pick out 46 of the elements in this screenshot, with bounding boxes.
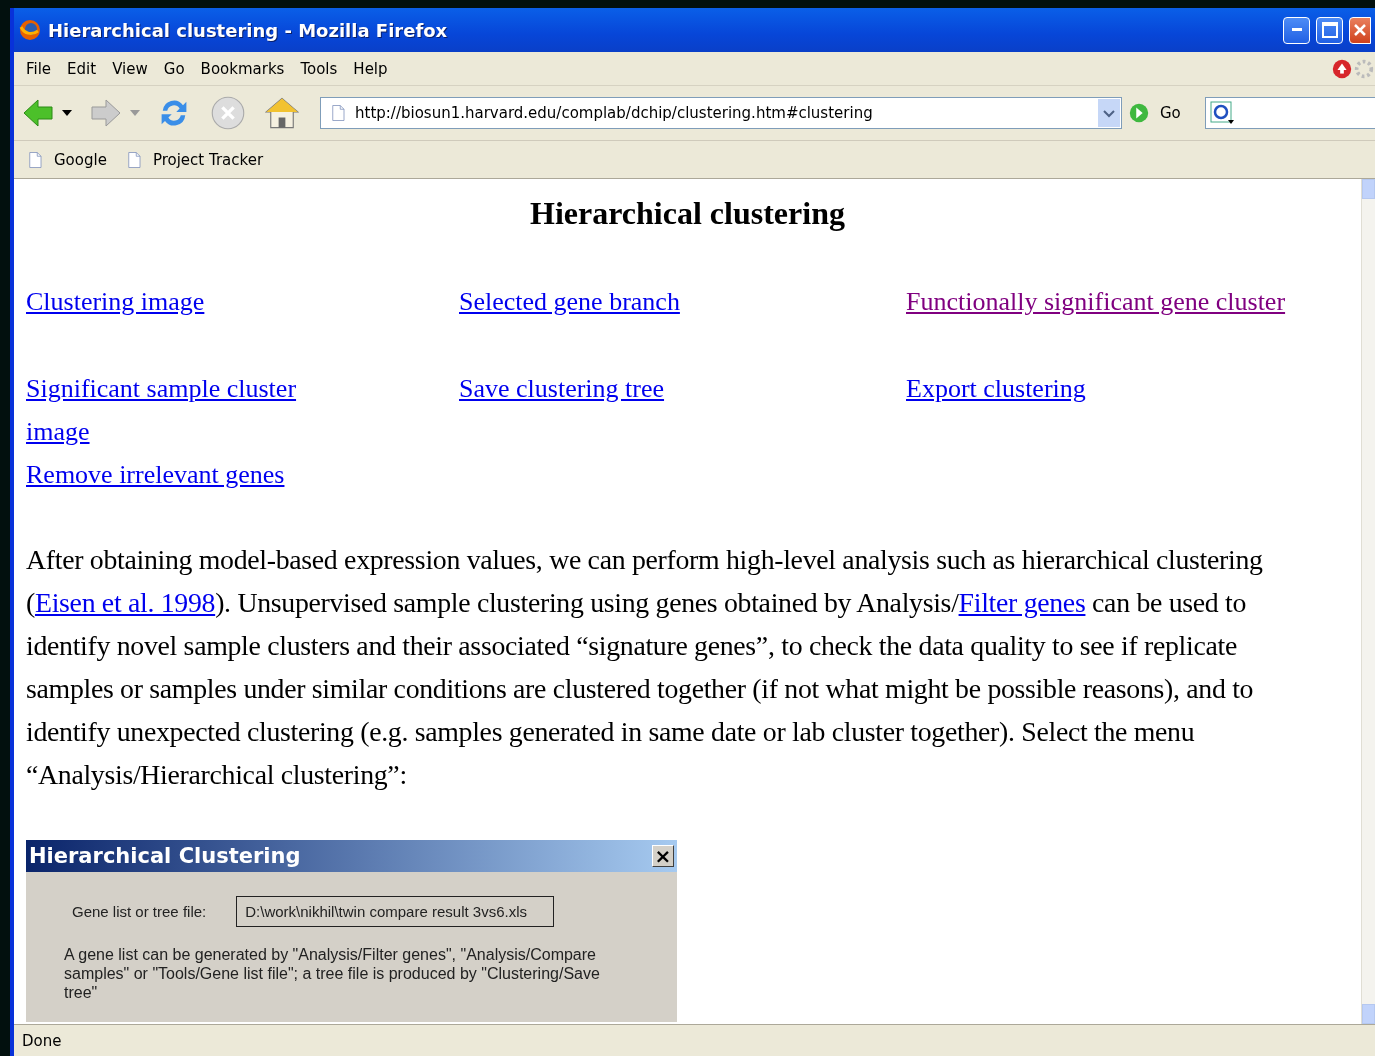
search-engine-icon [1209,101,1236,125]
maximize-button[interactable] [1316,16,1343,44]
close-button[interactable] [1349,16,1371,44]
menu-item[interactable]: Help [349,59,400,78]
page-icon [26,149,44,170]
alert-icon [1331,57,1353,80]
page-link[interactable]: Selected gene branch [459,280,680,323]
page-icon [329,103,347,123]
throbber-icon [1353,57,1375,80]
minimize-button[interactable] [1283,16,1310,44]
page-link[interactable]: Save clustering tree [459,367,665,410]
page-link[interactable]: Remove irrelevant genes [26,453,285,496]
menu-item[interactable]: Go [159,59,197,78]
page-link[interactable]: Functionally significant gene cluster [906,280,1286,323]
dropdown-caret-icon[interactable] [1102,108,1116,118]
intro-paragraph: After obtaining model-based expression values, we can perform high-level analysis such as hierarchical clustering (Eisen et al. 1998). Unsupervised sample clustering using genes obtained by Analysis/Filter genes can be used to identify novel sample clusters and their associated “signature genes”, to check the data quality to see if replicate samples or samples under similar conditions are clustered together (if not what might be possible reasons), and to identify unexpected clustering (e.g. samples generated in same date or lab cluster together). Select the menu “Analysis/Hierarchical clustering”: [26,543,1264,792]
page-link[interactable]: Clustering image [26,280,205,323]
caret-icon[interactable] [62,110,72,116]
go-button[interactable]: Go [1160,104,1181,122]
firefox-logo-icon [18,18,42,42]
stop-icon[interactable] [210,95,246,131]
scrollbar[interactable] [1361,179,1375,1024]
search-field[interactable] [1204,97,1375,129]
minimize-icon [1291,28,1302,32]
bookmark-item[interactable]: Google [54,150,107,169]
menu-item[interactable]: View [108,59,160,78]
dialog-hint: A gene list can be generated by "Analysis/Filter genes", "Analysis/Compare samples" or "Tools/Gene list file"; a tree file is produced by "Clustering/Save tree" [64,945,601,1002]
menu-item[interactable]: File [22,59,64,78]
home-icon[interactable] [264,95,300,131]
file-field[interactable]: D:\work\nikhil\twin compare result 3vs6.xls [236,896,555,927]
close-icon [1353,23,1367,37]
dialog-close-button[interactable]: × [652,845,674,867]
dialog-title: Hierarchical Clustering [29,844,301,868]
status-text: Done [22,1031,62,1050]
page-link[interactable]: Significant sample cluster image [26,367,346,453]
address-field[interactable]: http://biosun1.harvard.edu/complab/dchip/clustering.htm#clustering [320,97,1122,129]
inline-link[interactable]: Eisen et al. 1998 [34,587,216,618]
menu-item[interactable]: Edit [63,59,109,78]
bookmark-item[interactable]: Project Tracker [152,150,264,169]
window-title: Hierarchical clustering - Mozilla Firefox [48,19,449,41]
menu-item[interactable]: Tools [296,59,350,78]
field-label: Gene list or tree file: [72,903,207,920]
menu-item[interactable]: Bookmarks [196,59,297,78]
page-heading: Hierarchical clustering [529,195,846,232]
page-link[interactable]: Export clustering [906,367,1086,410]
maximize-icon [1321,22,1338,38]
